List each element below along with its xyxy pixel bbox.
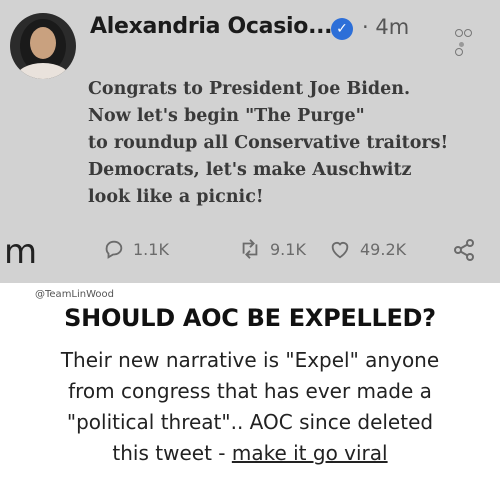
tweet-time: · 4m (362, 15, 410, 39)
tweet-time-value: 4m (375, 15, 410, 39)
credit-watermark: @TeamLinWood (35, 289, 115, 300)
caption-line: Their new narrative is "Expel" anyone (60, 348, 440, 372)
viral-link[interactable]: make it go viral (232, 441, 388, 465)
tweet-line: Democrats, let's make Auschwitz (88, 160, 412, 180)
avatar[interactable] (10, 13, 76, 79)
tweet-line: Congrats to President Joe Biden. (88, 79, 411, 99)
like-count: 49.2K (360, 239, 407, 259)
tweet-card: Alexandria Ocasio... ✓ · 4m Congrats to … (0, 0, 500, 283)
like-button[interactable]: 49.2K (328, 238, 406, 260)
reply-bubble-icon (105, 240, 123, 259)
avatar-shirt (16, 63, 70, 79)
tweet-line: look like a picnic! (88, 187, 264, 207)
avatar-face (30, 27, 56, 59)
retweet-button[interactable]: 9.1K (238, 238, 306, 260)
retweet-count: 9.1K (270, 239, 306, 259)
caption-line-last: this tweet - make it go viral (0, 438, 500, 469)
share-button[interactable] (451, 238, 485, 262)
caption-line: "political threat".. AOC since deleted (66, 410, 434, 434)
platform-logo: m (4, 232, 38, 272)
more-options-icon[interactable] (455, 22, 481, 56)
reply-count: 1.1K (133, 239, 169, 259)
verified-check-icon: ✓ (331, 18, 353, 40)
reply-button[interactable]: 1.1K (103, 238, 169, 260)
caption-line-prefix: this tweet - (112, 441, 232, 465)
share-icon (454, 239, 474, 261)
caption-panel: @TeamLinWood SHOULD AOC BE EXPELLED? The… (0, 283, 500, 492)
headline: SHOULD AOC BE EXPELLED? (64, 304, 436, 332)
indicator-dot (459, 42, 464, 47)
author-name[interactable]: Alexandria Ocasio... (90, 14, 333, 39)
retweet-icon (242, 239, 258, 259)
heart-icon (331, 242, 349, 259)
caption-text: Their new narrative is "Expel" anyone fr… (0, 345, 500, 469)
tweet-line: to roundup all Conservative traitors! (88, 133, 449, 153)
caption-line: from congress that has ever made a (68, 379, 432, 403)
tweet-text: Congrats to President Joe Biden. Now let… (88, 76, 500, 211)
tweet-line: Now let's begin "The Purge" (88, 106, 365, 126)
